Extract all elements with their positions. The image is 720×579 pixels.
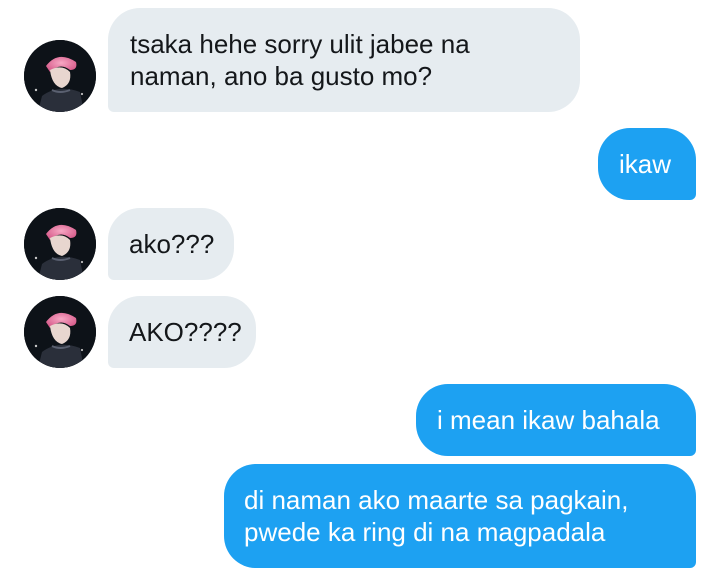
incoming-message-bubble[interactable]: AKO???? [108,296,256,368]
incoming-message-bubble[interactable]: tsaka hehe sorry ulit jabee na naman, an… [108,8,580,112]
incoming-message-bubble[interactable]: ako??? [108,208,234,280]
avatar-photo-icon [24,296,96,368]
contact-avatar[interactable] [24,208,96,280]
contact-avatar[interactable] [24,40,96,112]
avatar-photo-icon [24,208,96,280]
outgoing-message-bubble[interactable]: i mean ikaw bahala [416,384,696,456]
outgoing-message-bubble[interactable]: di naman ako maarte sa pagkain, pwede ka… [224,464,696,568]
contact-avatar[interactable] [24,296,96,368]
avatar-photo-icon [24,40,96,112]
outgoing-message-bubble[interactable]: ikaw [598,128,696,200]
